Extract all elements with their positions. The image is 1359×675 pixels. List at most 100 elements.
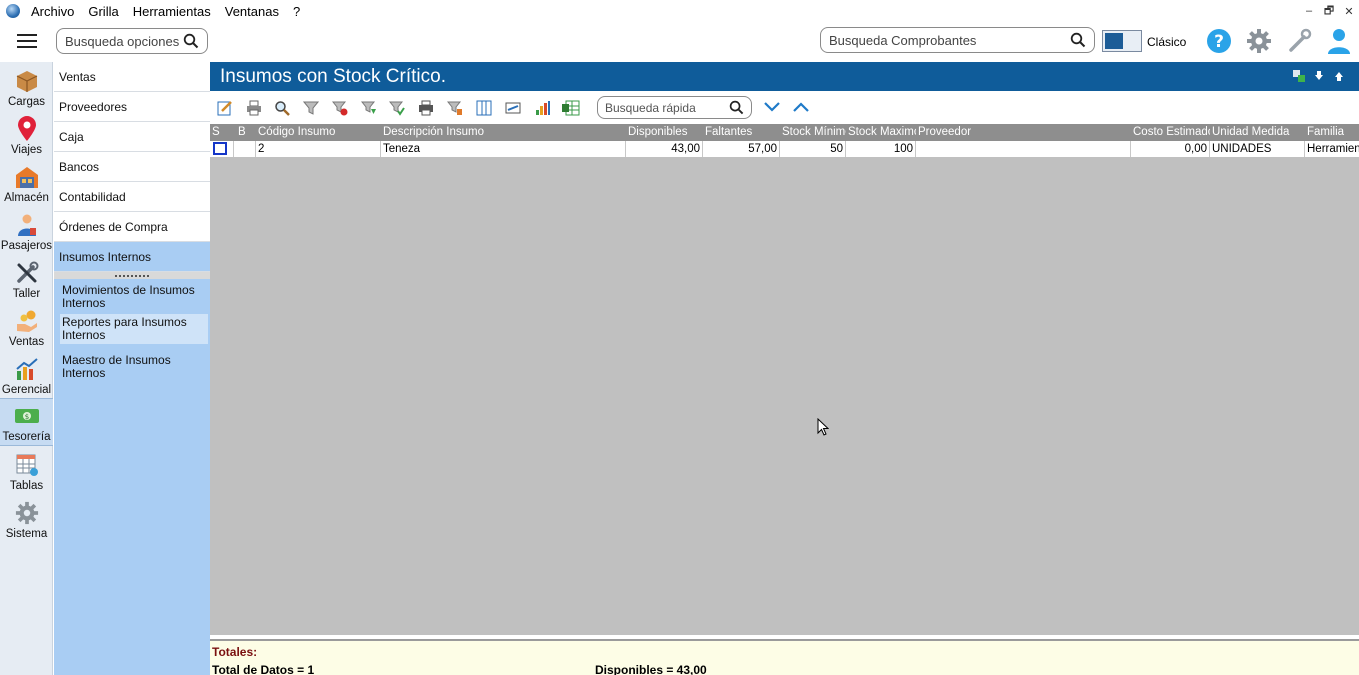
export-excel-icon[interactable] (562, 99, 580, 117)
col-header-s[interactable]: S (210, 124, 234, 141)
svg-text:?: ? (1214, 32, 1224, 52)
rail-label: Gerencial (1, 384, 52, 396)
cell-proveedor[interactable] (916, 141, 1131, 157)
cell-stock-maximo[interactable]: 100 (846, 141, 916, 157)
menu-herramientas[interactable]: Herramientas (126, 4, 218, 19)
rail-item-tablas[interactable]: Tablas (0, 446, 53, 494)
cell-costo[interactable]: 0,00 (1131, 141, 1210, 157)
printer-preview-icon[interactable] (417, 99, 435, 117)
rail-item-taller[interactable]: Taller (0, 254, 53, 302)
col-header-unidad[interactable]: Unidad Medida (1210, 124, 1305, 141)
search-vouchers-placeholder: Busqueda Comprobantes (829, 32, 977, 48)
data-grid: S B Código Insumo Descripción Insumo Dis… (210, 124, 1359, 635)
nav-item-proveedores[interactable]: Proveedores (54, 92, 210, 122)
zoom-search-icon[interactable] (273, 99, 291, 117)
help-icon[interactable]: ? (1205, 27, 1233, 55)
filter-icon[interactable] (302, 99, 320, 117)
cell-familia[interactable]: Herramientas (1305, 141, 1359, 157)
rail-item-viajes[interactable]: Viajes (0, 110, 53, 158)
dock-icon[interactable] (1293, 70, 1305, 82)
cell-unidad[interactable]: UNIDADES (1210, 141, 1305, 157)
col-header-codigo[interactable]: Código Insumo (256, 124, 380, 141)
col-header-proveedor[interactable]: Proveedor (916, 124, 1131, 141)
minimize-button[interactable]: – (1299, 0, 1319, 22)
mode-toggle[interactable] (1102, 30, 1142, 52)
card-edit-icon[interactable] (504, 99, 522, 117)
nav-item-ordenes-de-compra[interactable]: Órdenes de Compra (54, 212, 210, 242)
rail-item-almacen[interactable]: Almacén (0, 158, 53, 206)
rail-label: Cargas (7, 96, 46, 108)
arrow-up-icon[interactable] (1333, 70, 1345, 82)
col-header-costo[interactable]: Costo Estimado (1131, 124, 1210, 141)
close-button[interactable]: ✕ (1339, 0, 1359, 22)
columns-icon[interactable] (475, 99, 493, 117)
tools-icon (14, 260, 40, 286)
cell-stock-minimo[interactable]: 50 (780, 141, 846, 157)
bar-chart-icon[interactable] (534, 99, 552, 117)
col-header-descripcion[interactable]: Descripción Insumo (381, 124, 626, 141)
window-title-bar: Insumos con Stock Crítico. (210, 62, 1359, 91)
sort-filter-icon[interactable] (446, 99, 464, 117)
arrow-down-icon[interactable] (1313, 70, 1325, 82)
search-vouchers-input[interactable]: Busqueda Comprobantes (820, 27, 1095, 53)
row-checkbox[interactable] (213, 142, 227, 155)
rail-item-tesoreria[interactable]: $ Tesorería (0, 398, 53, 446)
nav-item-caja[interactable]: Caja (54, 122, 210, 152)
main-panel: Insumos con Stock Crítico. Busqueda rápi… (210, 62, 1359, 675)
cell-disponibles[interactable]: 43,00 (626, 141, 703, 157)
search-options-input[interactable]: Busqueda opciones (56, 28, 208, 54)
table-row[interactable]: 2 Teneza 43,00 57,00 50 100 0,00 UNIDADE… (210, 141, 1359, 157)
rail-item-gerencial[interactable]: Gerencial (0, 350, 53, 398)
chevron-up-icon[interactable] (792, 100, 810, 114)
cell-descripcion[interactable]: Teneza (381, 141, 626, 157)
rail-label: Viajes (10, 144, 43, 156)
nav-item-contabilidad[interactable]: Contabilidad (54, 182, 210, 212)
search-icon[interactable] (183, 33, 199, 49)
col-header-familia[interactable]: Familia (1305, 124, 1359, 141)
passenger-icon (14, 212, 40, 238)
menu-grilla[interactable]: Grilla (81, 4, 125, 19)
col-header-stock-minimo[interactable]: Stock Mínimo (780, 124, 846, 141)
subitem-maestro[interactable]: Maestro de Insumos Internos (60, 352, 208, 382)
edit-icon[interactable] (216, 99, 234, 117)
rail-item-cargas[interactable]: Cargas (0, 62, 53, 110)
col-header-disponibles[interactable]: Disponibles (626, 124, 703, 141)
nav-item-ventas[interactable]: Ventas (54, 62, 210, 92)
quick-search-input[interactable]: Busqueda rápida (597, 96, 752, 119)
col-header-stock-maximo[interactable]: Stock Maximo (846, 124, 916, 141)
menu-help[interactable]: ? (286, 4, 307, 19)
cell-faltantes[interactable]: 57,00 (703, 141, 780, 157)
row-select-cell[interactable] (210, 141, 234, 157)
user-icon[interactable] (1325, 27, 1353, 55)
panel-splitter[interactable] (54, 272, 210, 279)
window-controls: – 🗗 ✕ (1299, 0, 1359, 22)
rail-label: Tesorería (2, 431, 51, 443)
menu-ventanas[interactable]: Ventanas (218, 4, 286, 19)
print-icon[interactable] (245, 99, 263, 117)
nav-item-insumos-internos[interactable]: Insumos Internos (54, 242, 210, 272)
chevron-down-icon[interactable] (763, 100, 781, 114)
hamburger-menu-icon[interactable] (17, 34, 37, 50)
wrench-icon[interactable] (1285, 27, 1313, 55)
search-icon[interactable] (1070, 32, 1086, 48)
box-icon (14, 68, 40, 94)
settings-gear-icon[interactable] (1245, 27, 1273, 55)
search-icon[interactable] (729, 100, 744, 115)
col-header-b[interactable]: B (236, 124, 256, 141)
subitem-movimientos[interactable]: Movimientos de Insumos Internos (60, 282, 208, 312)
filter-down-icon[interactable] (360, 99, 378, 117)
col-header-faltantes[interactable]: Faltantes (703, 124, 780, 141)
money-icon: $ (14, 403, 40, 429)
menu-archivo[interactable]: Archivo (24, 4, 81, 19)
page-title: Insumos con Stock Crítico. (220, 65, 446, 87)
sales-icon (14, 308, 40, 334)
cell-codigo[interactable]: 2 (256, 141, 381, 157)
rail-item-pasajeros[interactable]: Pasajeros (0, 206, 53, 254)
restore-button[interactable]: 🗗 (1319, 0, 1339, 22)
rail-item-ventas[interactable]: Ventas (0, 302, 53, 350)
clear-filter-icon[interactable] (331, 99, 349, 117)
nav-item-bancos[interactable]: Bancos (54, 152, 210, 182)
subitem-reportes[interactable]: Reportes para Insumos Internos (60, 314, 208, 344)
filter-check-icon[interactable] (388, 99, 406, 117)
rail-item-sistema[interactable]: Sistema (0, 494, 53, 542)
